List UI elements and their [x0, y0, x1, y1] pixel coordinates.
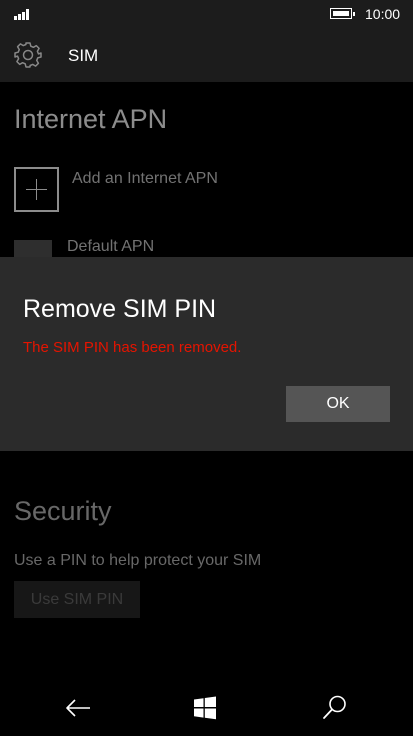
dialog-title: Remove SIM PIN	[23, 295, 217, 323]
ok-button[interactable]: OK	[286, 386, 390, 422]
back-arrow-icon[interactable]	[64, 696, 92, 720]
security-heading: Security	[14, 496, 112, 526]
page-title: SIM	[68, 46, 99, 65]
default-apn-icon[interactable]	[14, 240, 52, 258]
gear-icon[interactable]	[14, 41, 42, 69]
add-apn-label[interactable]: Add an Internet APN	[72, 170, 218, 188]
battery-icon	[330, 8, 355, 19]
signal-bars-icon	[14, 9, 34, 20]
status-time: 10:00	[365, 6, 401, 22]
use-sim-pin-button[interactable]: Use SIM PIN	[14, 581, 140, 618]
navigation-bar	[0, 680, 413, 736]
search-icon[interactable]	[322, 694, 348, 720]
remove-sim-pin-dialog: Remove SIM PIN The SIM PIN has been remo…	[0, 257, 413, 451]
page-header: SIM	[0, 28, 413, 82]
security-description: Use a PIN to help protect your SIM	[14, 552, 262, 569]
dialog-message: The SIM PIN has been removed.	[23, 339, 242, 356]
status-bar: 10:00	[0, 0, 413, 28]
windows-start-icon[interactable]	[193, 696, 217, 720]
default-apn-label[interactable]: Default APN	[67, 238, 154, 256]
internet-apn-heading: Internet APN	[14, 104, 168, 134]
add-apn-button[interactable]	[14, 167, 59, 212]
